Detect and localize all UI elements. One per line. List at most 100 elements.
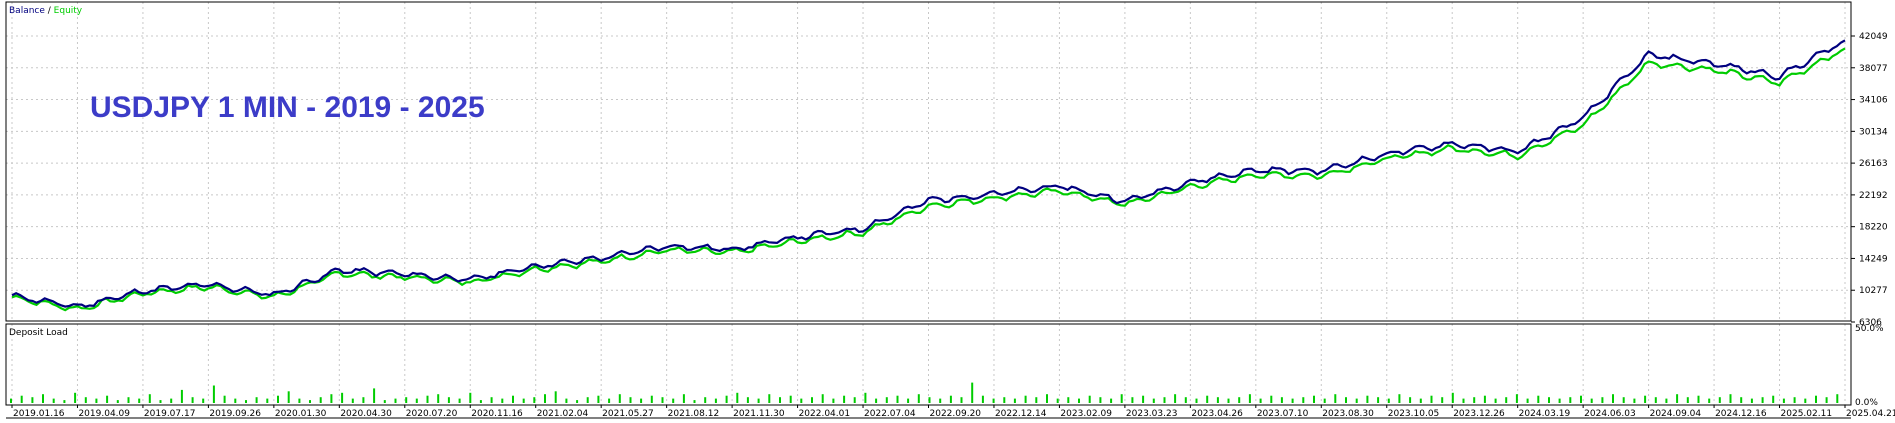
deposit-load-bar	[373, 388, 376, 403]
deposit-load-bar	[971, 382, 974, 403]
deposit-load-bar	[1569, 397, 1572, 403]
deposit-load-bar	[1708, 398, 1711, 403]
y-tick-label: 18220	[1859, 223, 1888, 233]
deposit-load-bar	[298, 398, 301, 403]
deposit-load-bar	[576, 400, 579, 403]
deposit-load-bar	[1633, 398, 1636, 403]
deposit-load-bar	[1216, 397, 1219, 403]
deposit-load-bar	[1665, 398, 1668, 403]
deposit-load-bar	[736, 392, 739, 403]
deposit-load-bar	[501, 398, 504, 403]
y-tick-label: 38077	[1859, 64, 1888, 74]
deposit-load-bar	[1067, 397, 1070, 403]
deposit-load-bar	[768, 394, 771, 403]
deposit-load-bar	[1387, 398, 1390, 403]
deposit-load-bar	[618, 394, 621, 403]
deposit-load-bar	[789, 395, 792, 403]
deposit-load-bar	[1505, 397, 1508, 403]
deposit-load-bar	[672, 398, 675, 403]
y-tick-label: 34106	[1859, 96, 1888, 106]
deposit-load-bar	[896, 395, 899, 403]
deposit-load-bar	[1548, 397, 1550, 403]
balance-equity-chart: Balance / Equity USDJPY 1 MIN - 2019 - 2…	[0, 0, 1895, 423]
deposit-load-bar	[1398, 394, 1401, 403]
legend-separator: /	[45, 6, 54, 16]
chart-background	[0, 0, 1895, 423]
deposit-load-bar	[1580, 395, 1582, 403]
deposit-load-bar	[757, 398, 760, 403]
legend-balance: Balance	[9, 6, 45, 16]
deposit-load-bar	[106, 395, 109, 403]
deposit-load-bar	[650, 395, 653, 403]
deposit-load-bar	[1078, 398, 1080, 403]
deposit-load-bar	[1366, 395, 1369, 403]
deposit-load-bar	[1345, 397, 1347, 403]
deposit-load-bar	[1110, 398, 1113, 403]
deposit-load-title: Deposit Load	[9, 328, 68, 338]
deposit-load-bar	[1142, 395, 1145, 403]
deposit-load-bar	[1772, 395, 1775, 403]
deposit-load-bar	[512, 395, 514, 403]
deposit-load-bar	[1462, 398, 1465, 403]
deposit-load-bar	[1622, 397, 1625, 403]
deposit-load-bar	[1815, 395, 1817, 403]
deposit-load-bar	[1825, 397, 1828, 403]
deposit-load-bar	[116, 400, 119, 403]
deposit-load-bar	[415, 398, 418, 403]
y-tick-label: 22192	[1859, 191, 1888, 201]
deposit-load-bar	[1152, 398, 1155, 403]
deposit-load-bar	[1280, 397, 1283, 403]
deposit-load-bar	[1804, 398, 1807, 403]
deposit-load-bar	[554, 391, 557, 403]
deposit-load-bar	[1793, 397, 1796, 403]
deposit-load-bar	[191, 397, 194, 403]
deposit-load-bar	[1782, 398, 1785, 403]
deposit-load-bar	[1355, 398, 1358, 403]
deposit-load-bar	[811, 397, 813, 403]
deposit-load-bar	[1291, 398, 1294, 403]
deposit-load-bar	[853, 397, 856, 403]
deposit-load-bar	[1270, 395, 1273, 403]
deposit-load-bar	[779, 397, 781, 403]
deposit-load-bar	[180, 389, 183, 403]
y-tick-label: 10277	[1859, 286, 1888, 296]
deposit-load-bar	[447, 397, 450, 403]
deposit-load-bar	[682, 394, 685, 403]
deposit-load-bar	[704, 397, 707, 403]
deposit-load-bar	[939, 398, 942, 403]
deposit-load-bar	[330, 394, 333, 403]
deposit-load-bar	[1473, 397, 1476, 403]
deposit-load-bar	[1131, 397, 1134, 403]
deposit-load-bar	[533, 397, 536, 403]
deposit-load-bar	[725, 395, 728, 403]
deposit-load-bar	[1686, 397, 1689, 403]
deposit-load-bar	[1163, 397, 1166, 403]
deposit-load-bar	[821, 394, 824, 403]
deposit-load-bar	[383, 400, 386, 403]
deposit-load-bar	[95, 398, 98, 403]
x-tick-label: 2025.04.21	[1846, 409, 1895, 419]
deposit-load-bar	[544, 394, 546, 403]
chart-annotation: USDJPY 1 MIN - 2019 - 2025	[90, 91, 485, 124]
deposit-load-bar	[341, 392, 344, 403]
deposit-load-bar	[1248, 394, 1251, 403]
deposit-load-bar	[992, 398, 995, 403]
deposit-load-bar	[234, 398, 237, 403]
deposit-load-bar	[746, 397, 749, 403]
deposit-load-bar	[1024, 395, 1027, 403]
deposit-load-bar	[1676, 394, 1679, 403]
deposit-load-bar	[586, 397, 589, 403]
deposit-load-bar	[1099, 397, 1102, 403]
y-tick-label: 42049	[1859, 32, 1888, 42]
deposit-load-bar	[1206, 395, 1209, 403]
deposit-load-bar	[1184, 397, 1187, 403]
deposit-load-bar	[714, 398, 717, 403]
deposit-load-bar	[1313, 395, 1315, 403]
deposit-load-bar	[1697, 395, 1700, 403]
deposit-load-bar	[1483, 395, 1486, 403]
deposit-load-bar	[1035, 397, 1038, 403]
deposit-load-bar	[127, 397, 130, 403]
deposit-load-bar	[1515, 394, 1518, 403]
deposit-load-bar	[148, 394, 151, 403]
deposit-load-bar	[1601, 397, 1604, 403]
